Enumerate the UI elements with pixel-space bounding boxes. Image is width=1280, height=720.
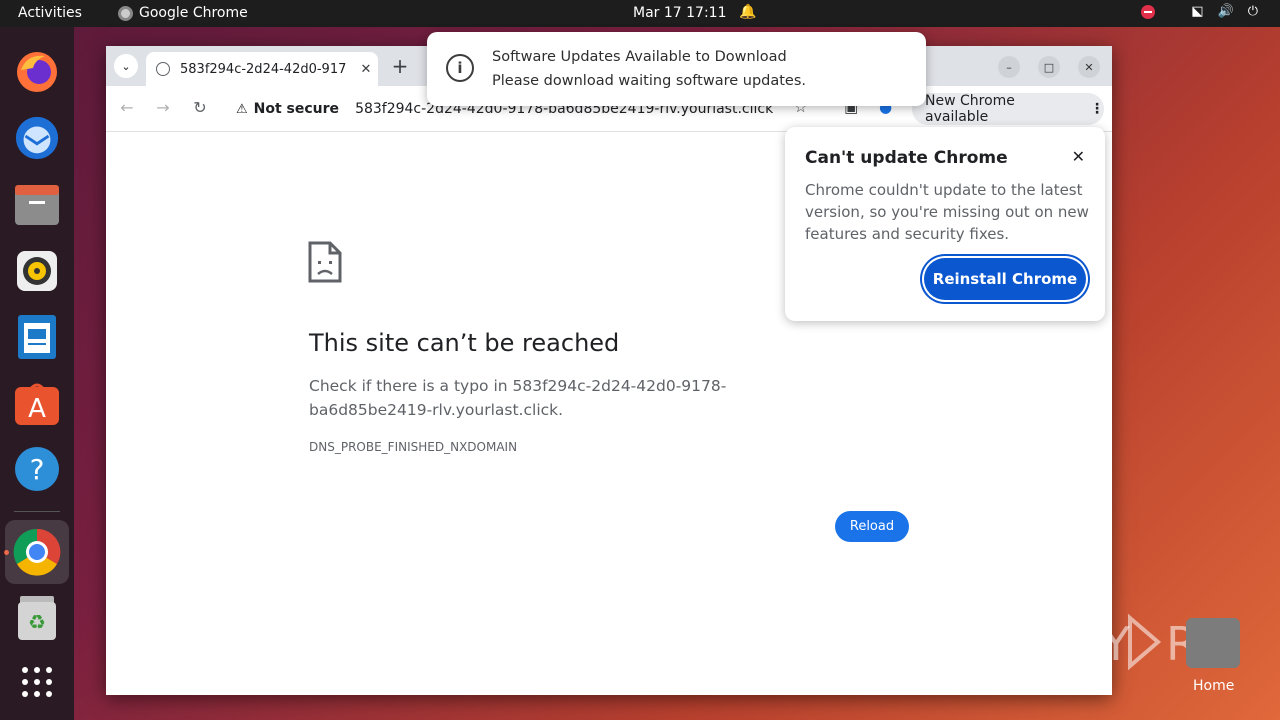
rhythmbox-icon[interactable] xyxy=(14,248,60,294)
power-icon[interactable]: ⏻ xyxy=(1248,4,1258,19)
svg-text:ANY: ANY xyxy=(1038,617,1131,671)
show-apps-icon[interactable] xyxy=(14,659,60,705)
network-icon[interactable]: ⬕ xyxy=(1191,4,1203,19)
app-center-icon[interactable]: A xyxy=(14,380,60,426)
volume-icon[interactable]: 🔊 xyxy=(1218,4,1234,19)
globe-icon xyxy=(156,62,170,76)
tab-title: 583f294c-2d24-42d0-917 xyxy=(180,61,347,77)
notification-body: Please download waiting software updates… xyxy=(492,73,807,89)
reinstall-chrome-button[interactable]: Reinstall Chrome xyxy=(924,258,1086,300)
new-chrome-available-button[interactable]: New Chrome available ⋮ xyxy=(912,93,1104,125)
trash-icon[interactable]: ♻ xyxy=(14,595,60,641)
new-tab-button[interactable]: + xyxy=(388,54,412,78)
error-message: Check if there is a typo in 583f294c-2d2… xyxy=(309,377,727,419)
chrome-icon xyxy=(118,5,133,21)
bell-icon: 🔔 xyxy=(739,4,757,20)
warning-icon[interactable]: ⚠ xyxy=(236,102,248,117)
popup-body: Chrome couldn't update to the latest ver… xyxy=(805,181,1089,243)
tab-close-icon[interactable]: ✕ xyxy=(354,62,378,77)
reload-icon[interactable]: ↻ xyxy=(189,98,211,117)
dock: A ? ♻ xyxy=(0,27,74,720)
notification-title: Software Updates Available to Download xyxy=(492,49,787,65)
dock-separator xyxy=(14,511,60,512)
popup-title: Can't update Chrome xyxy=(805,148,1008,168)
update-notification[interactable]: i Software Updates Available to Download… xyxy=(427,32,926,106)
svg-text:♻: ♻ xyxy=(28,610,46,634)
back-button[interactable]: ← xyxy=(116,98,138,117)
svg-text:A: A xyxy=(28,394,46,424)
error-code: DNS_PROBE_FINISHED_NXDOMAIN xyxy=(309,440,518,454)
do-not-disturb-icon[interactable] xyxy=(1141,4,1156,19)
clock[interactable]: Mar 17 17:11 xyxy=(633,5,726,21)
top-bar: Activities Google Chrome Mar 17 17:11 🔔 … xyxy=(0,0,1280,27)
reload-button[interactable]: Reload xyxy=(835,511,909,542)
activities-button[interactable]: Activities xyxy=(18,5,82,21)
tab-active[interactable]: 583f294c-2d24-42d0-917 ✕ xyxy=(146,52,378,86)
new-chrome-label: New Chrome available xyxy=(925,93,1015,125)
menu-dots-icon: ⋮ xyxy=(1090,101,1104,117)
not-secure-label[interactable]: Not secure xyxy=(254,101,339,117)
minimize-button[interactable]: – xyxy=(998,56,1020,78)
home-folder-icon[interactable] xyxy=(1186,618,1240,668)
app-menu[interactable]: Google Chrome xyxy=(118,5,248,21)
info-icon: i xyxy=(446,54,474,82)
error-title: This site can’t be reached xyxy=(309,329,620,357)
svg-text:?: ? xyxy=(30,453,45,486)
help-icon[interactable]: ? xyxy=(14,446,60,492)
forward-button[interactable]: → xyxy=(152,98,174,117)
maximize-button[interactable]: □ xyxy=(1038,56,1060,78)
thunderbird-icon[interactable] xyxy=(14,115,60,161)
writer-icon[interactable] xyxy=(14,314,60,360)
cant-update-popup: Can't update Chrome ✕ Chrome couldn't up… xyxy=(785,127,1105,321)
firefox-icon[interactable] xyxy=(14,49,60,95)
app-name: Google Chrome xyxy=(139,5,248,21)
popup-close-icon[interactable]: ✕ xyxy=(1072,147,1085,166)
chrome-icon[interactable] xyxy=(5,520,69,584)
close-window-button[interactable]: ✕ xyxy=(1078,56,1100,78)
tab-search-button[interactable]: ⌄ xyxy=(114,54,138,78)
home-label[interactable]: Home xyxy=(1193,678,1234,694)
files-icon[interactable] xyxy=(14,182,60,228)
system-tray[interactable]: ⬕ 🔊 ⏻ xyxy=(1141,4,1258,19)
sad-page-icon xyxy=(308,241,342,283)
